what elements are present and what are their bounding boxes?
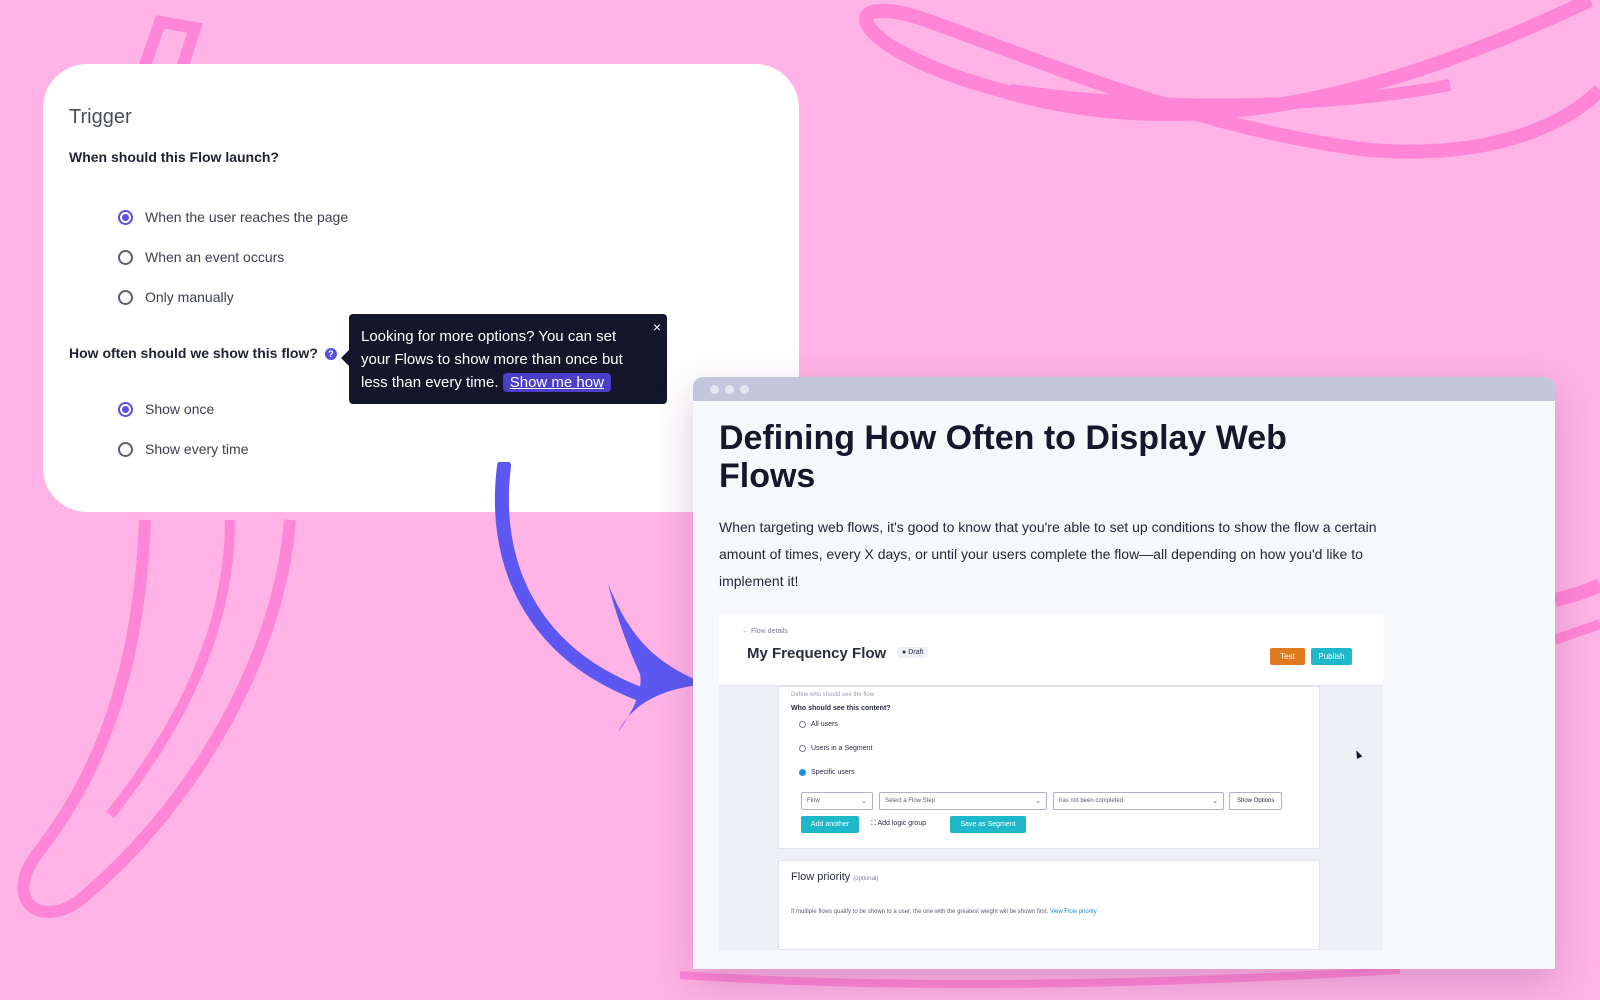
add-logic-group-button[interactable]: ⛶ Add logic group xyxy=(871,820,926,828)
browser-titlebar xyxy=(693,377,1555,401)
flow-title: My Frequency Flow xyxy=(747,645,887,662)
trigger-card: Trigger When should this Flow launch? Wh… xyxy=(43,64,799,512)
priority-optional: (optional) xyxy=(853,876,879,882)
audience-option-label: Specific users xyxy=(811,769,855,776)
radio-unchecked-icon[interactable] xyxy=(118,289,133,305)
status-badge: ● Draft xyxy=(897,647,929,658)
frequency-option-label: Show once xyxy=(145,401,215,417)
radio-unchecked-icon[interactable] xyxy=(799,721,806,728)
cursor-icon xyxy=(1353,749,1363,759)
status-badge-label: Draft xyxy=(908,649,924,656)
chevron-down-icon: ⌄ xyxy=(861,798,867,805)
priority-description-row: If multiple flows qualify to be shown to… xyxy=(791,909,1097,915)
arrow-back-icon: ← xyxy=(742,628,751,635)
back-link[interactable]: ← Flow details xyxy=(742,628,788,635)
window-dot-icon[interactable] xyxy=(725,384,734,394)
launch-option-reaches-page[interactable]: When the user reaches the page xyxy=(118,197,773,237)
test-button[interactable]: Test xyxy=(1270,648,1305,665)
priority-title: Flow priority xyxy=(791,871,851,883)
radio-unchecked-icon[interactable] xyxy=(799,745,806,752)
audience-option-label: Users in a Segment xyxy=(811,745,873,752)
launch-option-label: Only manually xyxy=(145,289,234,305)
app-screenshot: ← Flow details My Frequency Flow ● Draft… xyxy=(719,614,1383,950)
curved-arrow-icon xyxy=(494,462,706,732)
audience-option-all[interactable]: All users xyxy=(799,721,838,728)
chevron-down-icon: ⌄ xyxy=(1035,798,1041,805)
back-link-label: Flow details xyxy=(750,628,788,635)
condition-select-value: has not been completed xyxy=(1059,798,1124,804)
options-tooltip: × Looking for more options? You can set … xyxy=(341,314,667,404)
priority-description: If multiple flows qualify to be shown to… xyxy=(791,909,1049,915)
show-options-button[interactable]: Show Options xyxy=(1229,792,1283,810)
launch-option-manual[interactable]: Only manually xyxy=(118,277,773,317)
launch-option-label: When an event occurs xyxy=(145,249,285,265)
condition-select[interactable]: has not been completed ⌄ xyxy=(1053,792,1224,810)
add-another-button[interactable]: Add another xyxy=(801,816,859,833)
launch-question: When should this Flow launch? xyxy=(69,149,279,165)
show-me-how-link[interactable]: Show me how xyxy=(502,373,611,392)
audience-option-segment[interactable]: Users in a Segment xyxy=(799,745,872,752)
audience-question: Who should see this content? xyxy=(791,705,891,712)
flow-step-select[interactable]: Select a Flow Step ⌄ xyxy=(879,792,1047,810)
radio-unchecked-icon[interactable] xyxy=(118,441,133,457)
priority-panel: Flow priority (optional) If multiple flow… xyxy=(778,860,1320,950)
window-dot-icon[interactable] xyxy=(740,384,749,394)
flow-step-select-value: Select a Flow Step xyxy=(885,798,936,804)
chevron-down-icon: ⌄ xyxy=(1212,798,1218,805)
flow-select-value: Flow xyxy=(807,798,820,804)
add-logic-group-label: Add logic group xyxy=(877,820,927,827)
audience-option-label: All users xyxy=(811,721,838,728)
article: Defining How Often to Display Web Flows … xyxy=(693,401,1555,595)
launch-option-label: When the user reaches the page xyxy=(145,209,349,225)
radio-unchecked-icon[interactable] xyxy=(118,249,133,265)
priority-title-row: Flow priority (optional) xyxy=(791,871,878,883)
trigger-title: Trigger xyxy=(69,106,132,128)
app-header: ← Flow details My Frequency Flow ● Draft… xyxy=(719,614,1383,686)
help-icon[interactable]: ? xyxy=(324,348,337,360)
close-icon[interactable]: × xyxy=(653,316,661,339)
radio-checked-icon[interactable] xyxy=(118,209,133,225)
audience-panel: Define who should see the flow Who shoul… xyxy=(778,686,1320,849)
article-title: Defining How Often to Display Web Flows xyxy=(719,419,1287,495)
frequency-question: How often should we show this flow? xyxy=(69,345,318,361)
launch-radio-group: When the user reaches the page When an e… xyxy=(118,197,773,317)
launch-option-event[interactable]: When an event occurs xyxy=(118,237,773,277)
section-label: Define who should see the flow xyxy=(791,692,875,698)
radio-checked-icon[interactable] xyxy=(799,769,806,776)
browser-window: Defining How Often to Display Web Flows … xyxy=(693,377,1555,969)
flow-select[interactable]: Flow ⌄ xyxy=(801,792,873,810)
view-priority-link[interactable]: View Flow priority xyxy=(1050,909,1097,915)
window-dot-icon[interactable] xyxy=(710,384,719,394)
article-body: When targeting web flows, it's good to k… xyxy=(719,519,1377,589)
publish-button[interactable]: Publish xyxy=(1311,648,1352,665)
frequency-option-label: Show every time xyxy=(145,441,249,457)
radio-checked-icon[interactable] xyxy=(118,401,133,417)
audience-option-specific[interactable]: Specific users xyxy=(799,769,855,776)
save-segment-button[interactable]: Save as Segment xyxy=(950,816,1026,833)
